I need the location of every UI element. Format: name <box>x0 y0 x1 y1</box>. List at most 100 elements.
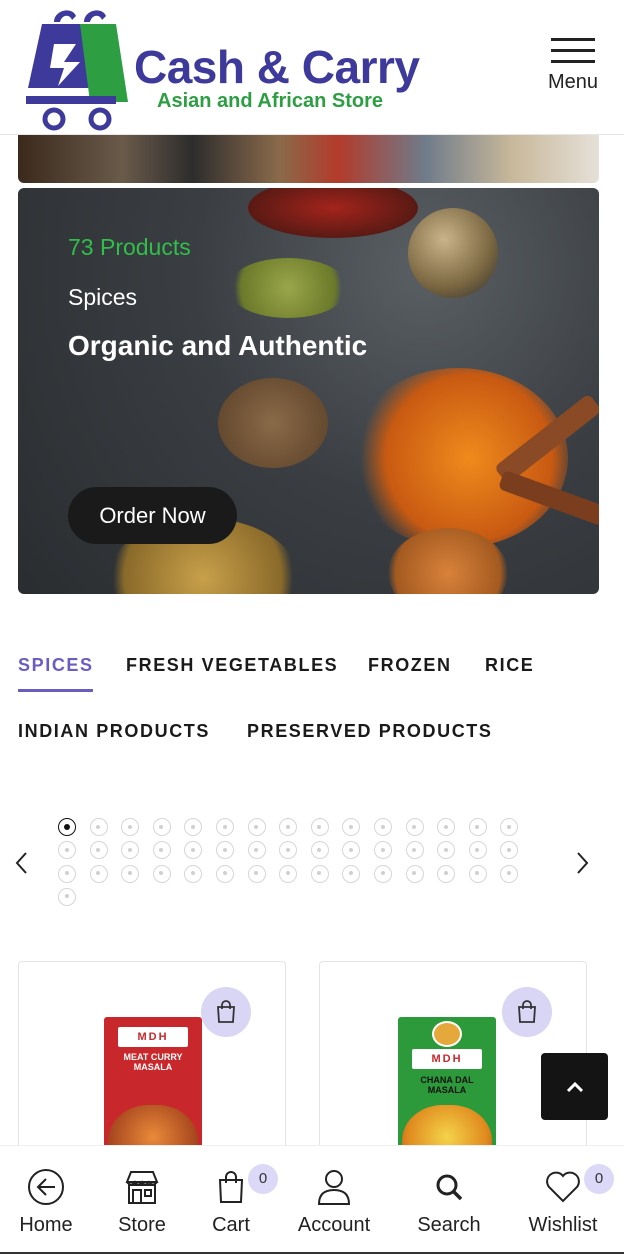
product-card[interactable]: MDH MEAT CURRY MASALA <box>18 961 286 1161</box>
site-header: Cash & Carry Asian and African Store Men… <box>0 0 624 135</box>
wishlist-count-badge: 0 <box>584 1164 614 1194</box>
pagination-dot[interactable] <box>468 841 487 860</box>
brand-tagline: Asian and African Store <box>157 90 383 112</box>
pagination-dot[interactable] <box>58 818 76 836</box>
nav-store[interactable]: Store <box>112 1166 172 1237</box>
pagination-dot[interactable] <box>310 818 329 836</box>
pagination-dot[interactable] <box>58 887 76 906</box>
pagination-dot[interactable] <box>184 864 203 883</box>
grinder-decoration <box>408 208 498 298</box>
product-name: MEAT CURRY MASALA <box>123 1052 183 1072</box>
pagination-dot[interactable] <box>279 841 298 860</box>
pagination-dot[interactable] <box>152 841 171 860</box>
nav-store-label: Store <box>118 1214 166 1236</box>
pagination-dot[interactable] <box>247 841 266 860</box>
heart-icon: 0 <box>524 1164 614 1208</box>
pagination-dot[interactable] <box>247 864 266 883</box>
pagination-dot[interactable] <box>342 864 361 883</box>
tab-spices[interactable]: SPICES <box>18 655 94 676</box>
pagination-dot[interactable] <box>437 841 456 860</box>
hero-title: Organic and Authentic <box>68 330 368 361</box>
hero-product-count: 73 Products <box>68 234 191 260</box>
pagination-dot[interactable] <box>310 841 329 860</box>
product-brand: MDH <box>412 1049 482 1069</box>
nav-home[interactable]: Home <box>16 1166 76 1237</box>
tab-frozen[interactable]: FROZEN <box>368 655 452 676</box>
shopping-bag-icon <box>518 1000 536 1023</box>
shopping-bag-icon <box>217 1000 235 1023</box>
pagination-dot[interactable] <box>405 818 424 836</box>
pagination-dot[interactable] <box>121 841 140 860</box>
product-name: CHANA DAL MASALA <box>420 1075 474 1095</box>
shopping-cart-logo-icon <box>26 10 128 131</box>
hero-category: Spices <box>68 284 138 310</box>
tab-rice[interactable]: RICE <box>485 655 534 676</box>
pagination-dot[interactable] <box>184 841 203 860</box>
pagination-dot[interactable] <box>89 864 108 883</box>
pagination-dot[interactable] <box>500 818 519 836</box>
pagination-dot[interactable] <box>342 841 361 860</box>
active-tab-underline <box>18 689 93 692</box>
pagination-dot[interactable] <box>89 841 108 860</box>
chili-decoration <box>248 188 418 238</box>
pagination-dot[interactable] <box>247 818 266 836</box>
pagination-dot[interactable] <box>310 864 329 883</box>
store-icon <box>112 1166 172 1208</box>
pagination-dot[interactable] <box>500 841 519 860</box>
pagination-dot[interactable] <box>437 864 456 883</box>
pagination-dot[interactable] <box>374 864 392 883</box>
home-arrow-icon <box>16 1166 76 1208</box>
nav-wishlist-label: Wishlist <box>528 1214 598 1236</box>
pagination-dot[interactable] <box>468 818 487 836</box>
scroll-to-top-button[interactable] <box>541 1053 608 1120</box>
nav-wishlist[interactable]: 0 Wishlist <box>524 1164 614 1237</box>
shopping-bag-icon: 0 <box>206 1164 278 1208</box>
pagination-dot[interactable] <box>184 818 203 836</box>
user-icon <box>292 1166 376 1208</box>
order-now-button[interactable]: Order Now <box>68 487 237 544</box>
cardamom-decoration <box>228 258 348 318</box>
pagination-dot[interactable] <box>405 864 424 883</box>
nav-account[interactable]: Account <box>292 1166 376 1237</box>
nav-account-label: Account <box>297 1214 371 1236</box>
cart-count-badge: 0 <box>248 1164 278 1194</box>
carousel-prev-button[interactable] <box>10 850 34 878</box>
chevron-up-icon <box>566 1081 583 1092</box>
pagination-dot[interactable] <box>152 864 171 883</box>
pagination-dot[interactable] <box>279 818 298 836</box>
add-to-cart-button[interactable] <box>502 987 552 1037</box>
brand-name: Cash & Carry <box>134 41 420 93</box>
pagination-dot[interactable] <box>152 818 171 836</box>
pagination-dot[interactable] <box>468 864 487 883</box>
tab-preserved-products[interactable]: PRESERVED PRODUCTS <box>247 721 493 742</box>
pagination-dot[interactable] <box>279 864 298 883</box>
carousel-next-button[interactable] <box>570 850 594 878</box>
pagination-dot[interactable] <box>216 818 234 836</box>
nav-search-label: Search <box>417 1214 481 1236</box>
pagination-dot[interactable] <box>374 841 392 860</box>
bottom-navigation: Home Store 0 Cart Account Search 0 Wishl… <box>0 1145 624 1254</box>
add-to-cart-button[interactable] <box>201 987 251 1037</box>
pagination-dot[interactable] <box>89 818 108 836</box>
tab-fresh-vegetables[interactable]: FRESH VEGETABLES <box>126 655 338 676</box>
pagination-dot[interactable] <box>58 841 76 860</box>
pagination-dot[interactable] <box>437 818 456 836</box>
nav-home-label: Home <box>19 1214 73 1236</box>
pagination-dot[interactable] <box>121 864 140 883</box>
pagination-dot[interactable] <box>500 864 519 883</box>
nav-cart[interactable]: 0 Cart <box>206 1164 278 1237</box>
pagination-dot[interactable] <box>405 841 424 860</box>
menu-button[interactable]: Menu <box>540 34 606 110</box>
pagination-dot[interactable] <box>216 841 234 860</box>
product-image: MDH CHANA DAL MASALA <box>398 1017 496 1160</box>
store-logo[interactable]: Cash & Carry Asian and African Store <box>24 6 420 132</box>
nav-search[interactable]: Search <box>413 1166 485 1237</box>
pagination-dot[interactable] <box>342 818 361 836</box>
pagination-dot[interactable] <box>374 818 392 836</box>
pagination-dot[interactable] <box>58 864 76 883</box>
hero-spice-image <box>218 378 328 468</box>
pagination-dot[interactable] <box>216 864 234 883</box>
hero-banner: 73 Products Spices Organic and Authentic… <box>18 188 599 594</box>
pagination-dot[interactable] <box>121 818 140 836</box>
tab-indian-products[interactable]: INDIAN PRODUCTS <box>18 721 210 742</box>
